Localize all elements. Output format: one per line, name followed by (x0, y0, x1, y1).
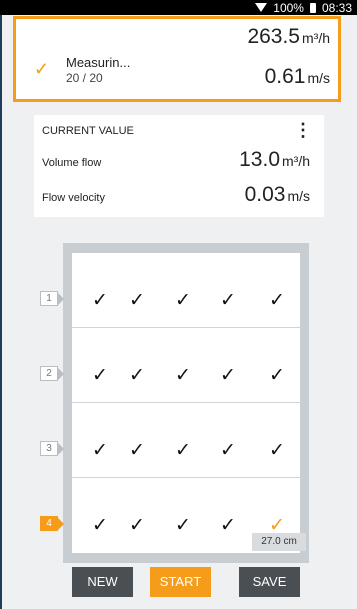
grid-row: ✓ ✓ ✓ ✓ ✓ (72, 253, 300, 328)
measurement-point-check-icon: ✓ (220, 515, 236, 536)
measurement-point-check-icon: ✓ (175, 440, 191, 461)
row-number-label: 1 (40, 291, 64, 306)
volume-flow-label: Volume flow (42, 157, 102, 169)
measurement-point-check-icon: ✓ (129, 515, 145, 536)
volume-flow-value: 13.0 (239, 148, 280, 171)
measurement-grid: ✓ ✓ ✓ ✓ ✓ ✓ ✓ ✓ ✓ ✓ ✓ ✓ ✓ ✓ ✓ ✓ ✓ ✓ ✓ ✓ (63, 243, 309, 563)
measurement-point-check-icon: ✓ (92, 440, 108, 461)
flow-velocity-label: Flow velocity (42, 192, 105, 204)
measurement-point-check-icon: ✓ (92, 515, 108, 536)
row-number-label: 2 (40, 366, 64, 381)
flow-velocity-unit: m/s (287, 188, 310, 204)
measurement-point-check-icon: ✓ (269, 290, 285, 311)
volume-flow-readout: 13.0 m³/h (239, 148, 310, 172)
measurement-point-check-icon: ✓ (129, 290, 145, 311)
status-bar: 100% 08:33 (0, 0, 357, 15)
measurement-point-check-icon: ✓ (220, 440, 236, 461)
clock: 08:33 (321, 0, 352, 15)
measurement-point-check-icon: ✓ (129, 440, 145, 461)
measurement-point-check-icon: ✓ (269, 440, 285, 461)
measurement-point-check-icon: ✓ (175, 365, 191, 386)
save-button[interactable]: SAVE (239, 567, 300, 597)
flow-velocity-readout: 0.03 m/s (245, 183, 310, 207)
left-frame-edge (0, 15, 2, 609)
measurement-name: Measurin... (66, 55, 131, 70)
summary-volume-value: 263.5 (247, 25, 300, 48)
grid-row: ✓ ✓ ✓ ✓ ✓ (72, 403, 300, 478)
distance-label: 27.0 cm (252, 533, 306, 551)
summary-velocity-value: 0.61 (264, 65, 306, 88)
measurement-point-check-icon: ✓ (220, 365, 236, 386)
battery-percent: 100% (273, 0, 304, 15)
summary-velocity-unit: m/s (307, 70, 330, 86)
measurement-point-check-icon: ✓ (129, 365, 145, 386)
battery-icon (309, 2, 316, 13)
measurement-summary-card[interactable]: ✓ Measurin... 20 / 20 263.5 m³/h 0.61 m/s (13, 16, 341, 102)
summary-volume-unit: m³/h (302, 30, 330, 46)
measurement-point-check-icon: ✓ (175, 515, 191, 536)
check-icon: ✓ (34, 59, 50, 79)
measurement-point-check-icon: ✓ (220, 290, 236, 311)
row-number-label: 3 (40, 441, 64, 456)
current-value-card: CURRENT VALUE ⋮ Volume flow 13.0 m³/h Flo… (34, 115, 324, 217)
summary-velocity: 0.61 m/s (265, 65, 330, 89)
measurement-grid-area: ✓ ✓ ✓ ✓ ✓ ✓ ✓ ✓ ✓ ✓ ✓ ✓ ✓ ✓ ✓ ✓ ✓ ✓ ✓ ✓ (72, 253, 300, 553)
new-button[interactable]: NEW (72, 567, 133, 597)
measurement-point-check-icon: ✓ (92, 365, 108, 386)
row-number-label: 4 (40, 516, 64, 531)
more-options-icon[interactable]: ⋮ (294, 120, 312, 141)
current-value-title: CURRENT VALUE (42, 125, 134, 137)
volume-flow-unit: m³/h (282, 153, 310, 169)
grid-row: ✓ ✓ ✓ ✓ ✓ (72, 328, 300, 403)
flow-velocity-value: 0.03 (244, 183, 286, 206)
wifi-icon (255, 3, 268, 12)
measurement-point-check-icon: ✓ (92, 290, 108, 311)
measurement-count: 20 / 20 (66, 71, 103, 85)
measurement-point-check-icon: ✓ (175, 290, 191, 311)
start-button[interactable]: START (150, 567, 211, 597)
summary-volume-flow: 263.5 m³/h (247, 25, 330, 49)
measurement-point-check-icon: ✓ (269, 365, 285, 386)
